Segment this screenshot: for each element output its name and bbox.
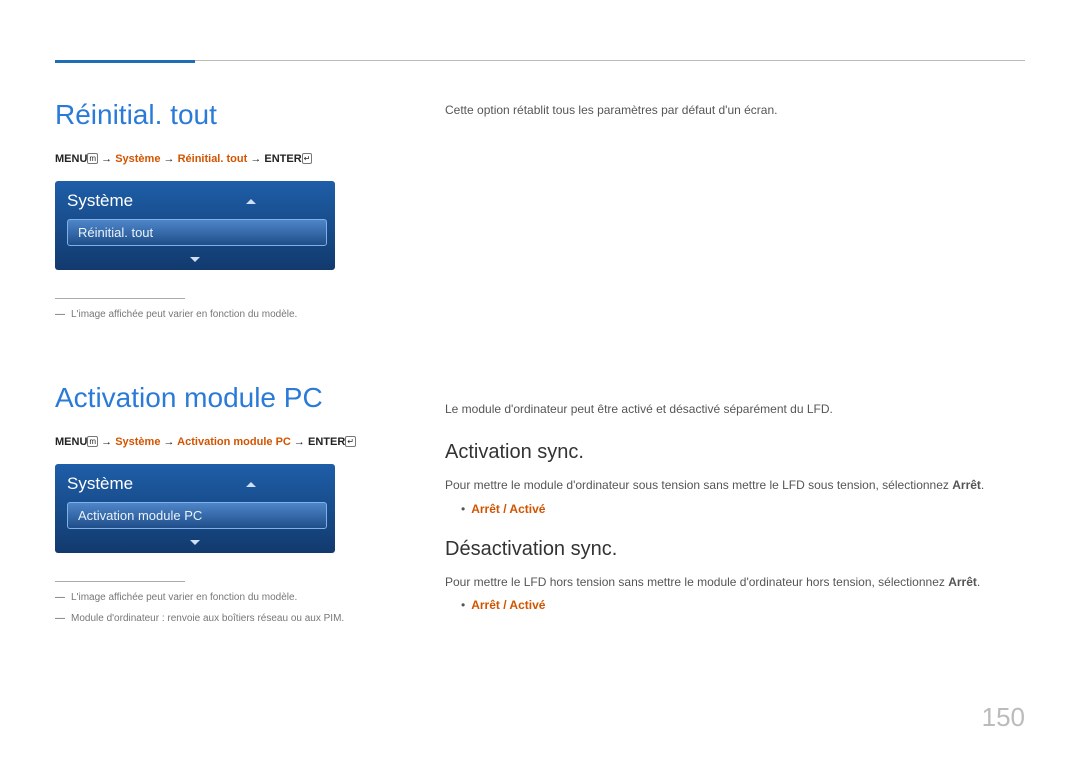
opts-activation-sync: •Arrêt / Activé bbox=[445, 502, 1025, 516]
enter-icon: ↵ bbox=[302, 153, 313, 164]
heading-activation-pc: Activation module PC bbox=[55, 382, 395, 414]
heading-reinitial: Réinitial. tout bbox=[55, 99, 395, 131]
menu-panel-activation: Système Activation module PC bbox=[55, 464, 335, 553]
footnote-text: L'image affichée peut varier en fonction… bbox=[71, 590, 297, 605]
bc-activation: Activation module PC bbox=[177, 436, 291, 448]
desc-reinitial: Cette option rétablit tous les paramètre… bbox=[445, 101, 1025, 120]
text-desactivation-sync: Pour mettre le LFD hors tension sans met… bbox=[445, 573, 1025, 592]
dash-icon: ― bbox=[55, 611, 65, 626]
footnote-block-2: ― L'image affichée peut varier en foncti… bbox=[55, 573, 395, 626]
bc-menu: MENU bbox=[55, 436, 87, 448]
footnote-text: L'image affichée peut varier en fonction… bbox=[71, 307, 297, 322]
footnote-text: Module d'ordinateur : renvoie aux boîtie… bbox=[71, 611, 344, 626]
bc-arrow: → bbox=[294, 436, 305, 448]
dash-icon: ― bbox=[55, 307, 65, 322]
menu-icon: m bbox=[87, 436, 98, 447]
chevron-down-icon bbox=[190, 540, 200, 545]
header-tab-accent bbox=[55, 60, 195, 63]
bc-enter: ENTER bbox=[308, 436, 345, 448]
heading-activation-sync: Activation sync. bbox=[445, 441, 1025, 464]
menu-panel-reinitial: Système Réinitial. tout bbox=[55, 181, 335, 270]
opts-desactivation-sync: •Arrêt / Activé bbox=[445, 598, 1025, 612]
bc-arrow: → bbox=[164, 153, 175, 165]
bc-menu: MENU bbox=[55, 153, 87, 165]
enter-icon: ↵ bbox=[345, 436, 356, 447]
header-rule bbox=[55, 60, 1025, 61]
heading-desactivation-sync: Désactivation sync. bbox=[445, 538, 1025, 561]
bc-arrow: → bbox=[250, 153, 261, 165]
breadcrumb-activation: MENUm → Système → Activation module PC →… bbox=[55, 436, 395, 448]
menu-item-activation[interactable]: Activation module PC bbox=[67, 502, 327, 529]
breadcrumb-reinitial: MENUm → Système → Réinitial. tout → ENTE… bbox=[55, 153, 395, 165]
chevron-up-icon bbox=[246, 199, 256, 204]
menu-header: Système bbox=[67, 191, 323, 211]
bc-systeme: Système bbox=[115, 436, 160, 448]
menu-item-reinitial[interactable]: Réinitial. tout bbox=[67, 219, 327, 246]
dash-icon: ― bbox=[55, 590, 65, 605]
chevron-down-icon bbox=[190, 257, 200, 262]
text-activation-sync: Pour mettre le module d'ordinateur sous … bbox=[445, 476, 1025, 495]
bc-enter: ENTER bbox=[264, 153, 301, 165]
bc-arrow: → bbox=[101, 436, 112, 448]
chevron-up-icon bbox=[246, 482, 256, 487]
bc-arrow: → bbox=[101, 153, 112, 165]
bc-systeme: Système bbox=[115, 153, 160, 165]
menu-icon: m bbox=[87, 153, 98, 164]
menu-header: Système bbox=[67, 474, 323, 494]
page-number: 150 bbox=[982, 702, 1025, 733]
footnote-block-1: ― L'image affichée peut varier en foncti… bbox=[55, 290, 395, 322]
bc-reinitial: Réinitial. tout bbox=[178, 153, 248, 165]
bc-arrow: → bbox=[164, 436, 175, 448]
desc-activation: Le module d'ordinateur peut être activé … bbox=[445, 400, 1025, 419]
